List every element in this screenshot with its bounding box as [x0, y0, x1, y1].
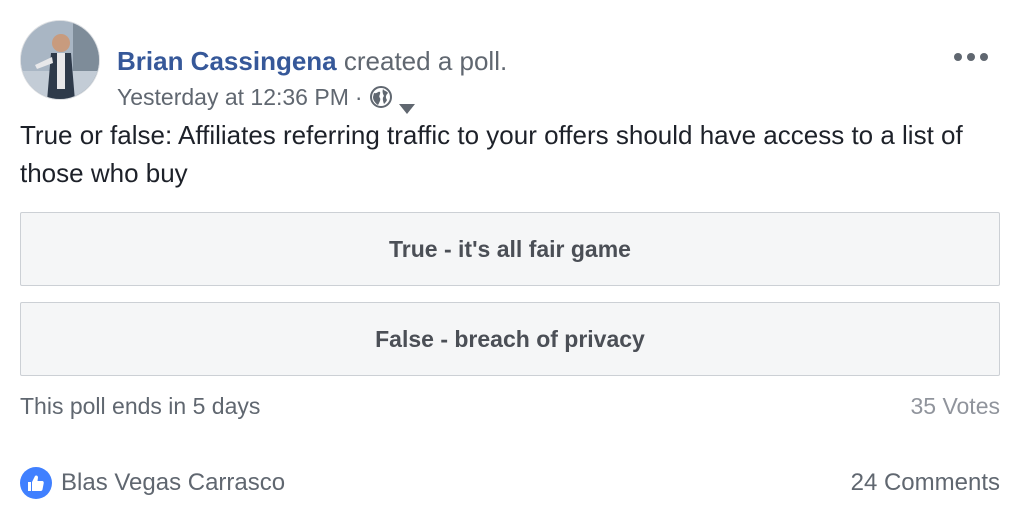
poll-option-true[interactable]: True - it's all fair game	[20, 212, 1000, 286]
reactions-bar: Blas Vegas Carrasco 24 Comments	[20, 466, 1000, 500]
more-dot	[954, 53, 962, 61]
chevron-down-icon[interactable]	[398, 92, 415, 114]
meta-separator: ·	[354, 84, 363, 110]
post-action: created a poll.	[343, 46, 508, 76]
avatar[interactable]	[20, 20, 100, 100]
comments-count[interactable]: 24 Comments	[851, 469, 1000, 497]
poll-question: True or false: Affiliates referring traf…	[20, 120, 963, 188]
post-header: Brian Cassingena created a poll. Yesterd…	[20, 20, 1000, 114]
poll-footer: This poll ends in 5 days 35 Votes	[20, 393, 1000, 423]
post-meta: Yesterday at 12:36 PM ·	[117, 83, 415, 114]
poll-option-label: False - breach of privacy	[375, 325, 645, 352]
author-name[interactable]: Brian Cassingena	[117, 46, 337, 76]
like-icon[interactable]	[20, 467, 52, 499]
more-options-icon[interactable]	[954, 48, 988, 66]
author-line: Brian Cassingena created a poll.	[117, 45, 507, 77]
vote-count[interactable]: 35 Votes	[910, 393, 1000, 420]
more-dot	[967, 53, 975, 61]
more-dot	[980, 53, 988, 61]
globe-icon[interactable]	[369, 85, 393, 109]
post-timestamp[interactable]: Yesterday at 12:36 PM	[117, 83, 349, 111]
reaction-names[interactable]: Blas Vegas Carrasco	[61, 469, 285, 497]
poll-option-label: True - it's all fair game	[389, 235, 631, 262]
avatar-photo	[21, 21, 99, 99]
poll-option-false[interactable]: False - breach of privacy	[20, 302, 1000, 376]
poll-end-notice: This poll ends in 5 days	[20, 393, 261, 419]
